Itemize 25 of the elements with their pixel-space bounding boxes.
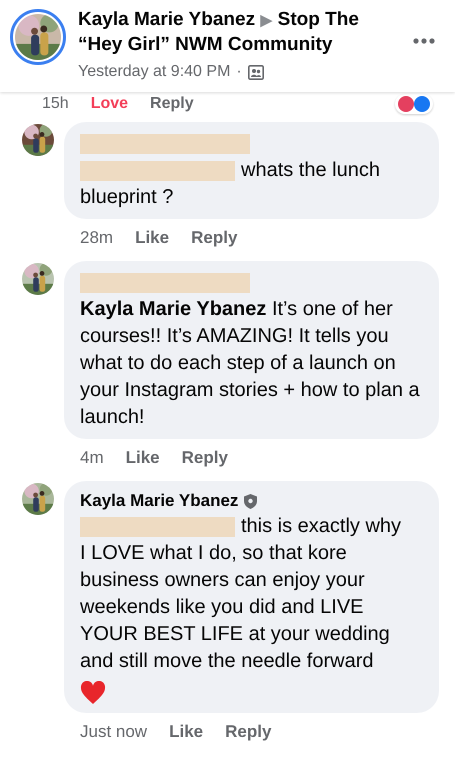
like-button[interactable]: Love — [90, 95, 128, 113]
comment-text: blueprint ? — [80, 185, 174, 210]
comment-author: Kayla Marie Ybanez — [80, 490, 238, 512]
heart-icon — [80, 681, 106, 705]
post-title: Kayla Marie Ybanez ▶ Stop The “Hey Girl” NWM Community — [78, 8, 360, 57]
comment-time: 4m — [80, 447, 104, 469]
comment-text: this is exactly why — [241, 514, 402, 539]
separator-dot: · — [236, 62, 242, 82]
reply-button[interactable]: Reply — [191, 227, 238, 249]
post-time: Yesterday at 9:40 PM — [78, 62, 230, 82]
group-icon — [248, 64, 264, 80]
reply-button[interactable]: Reply — [182, 447, 228, 469]
like-button[interactable]: Like — [135, 227, 170, 249]
comment-text: Kayla Marie Ybanez It’s one of her courses!! It’s AMAZING! It tells you what to do each step of a launch on your Instagram stories + how to plan a launch! — [80, 297, 421, 430]
comment-text: whats the lunch — [241, 158, 380, 183]
comment-text: I LOVE what I do, so that kore business owners can enjoy your weekends like you did and LIVE YOUR BEST LIFE at your wedding and still move the needle forward — [80, 541, 391, 674]
comment-time: 28m — [80, 227, 114, 249]
comment-time: Just now — [80, 721, 148, 743]
reply-button[interactable]: Reply — [225, 721, 272, 743]
like-button[interactable]: Like — [169, 721, 204, 743]
shield-icon — [244, 494, 258, 508]
more-icon[interactable] — [413, 38, 435, 44]
reply-button[interactable]: Reply — [150, 95, 194, 113]
comment-time: 15h — [42, 95, 69, 113]
like-button[interactable]: Like — [126, 447, 160, 469]
